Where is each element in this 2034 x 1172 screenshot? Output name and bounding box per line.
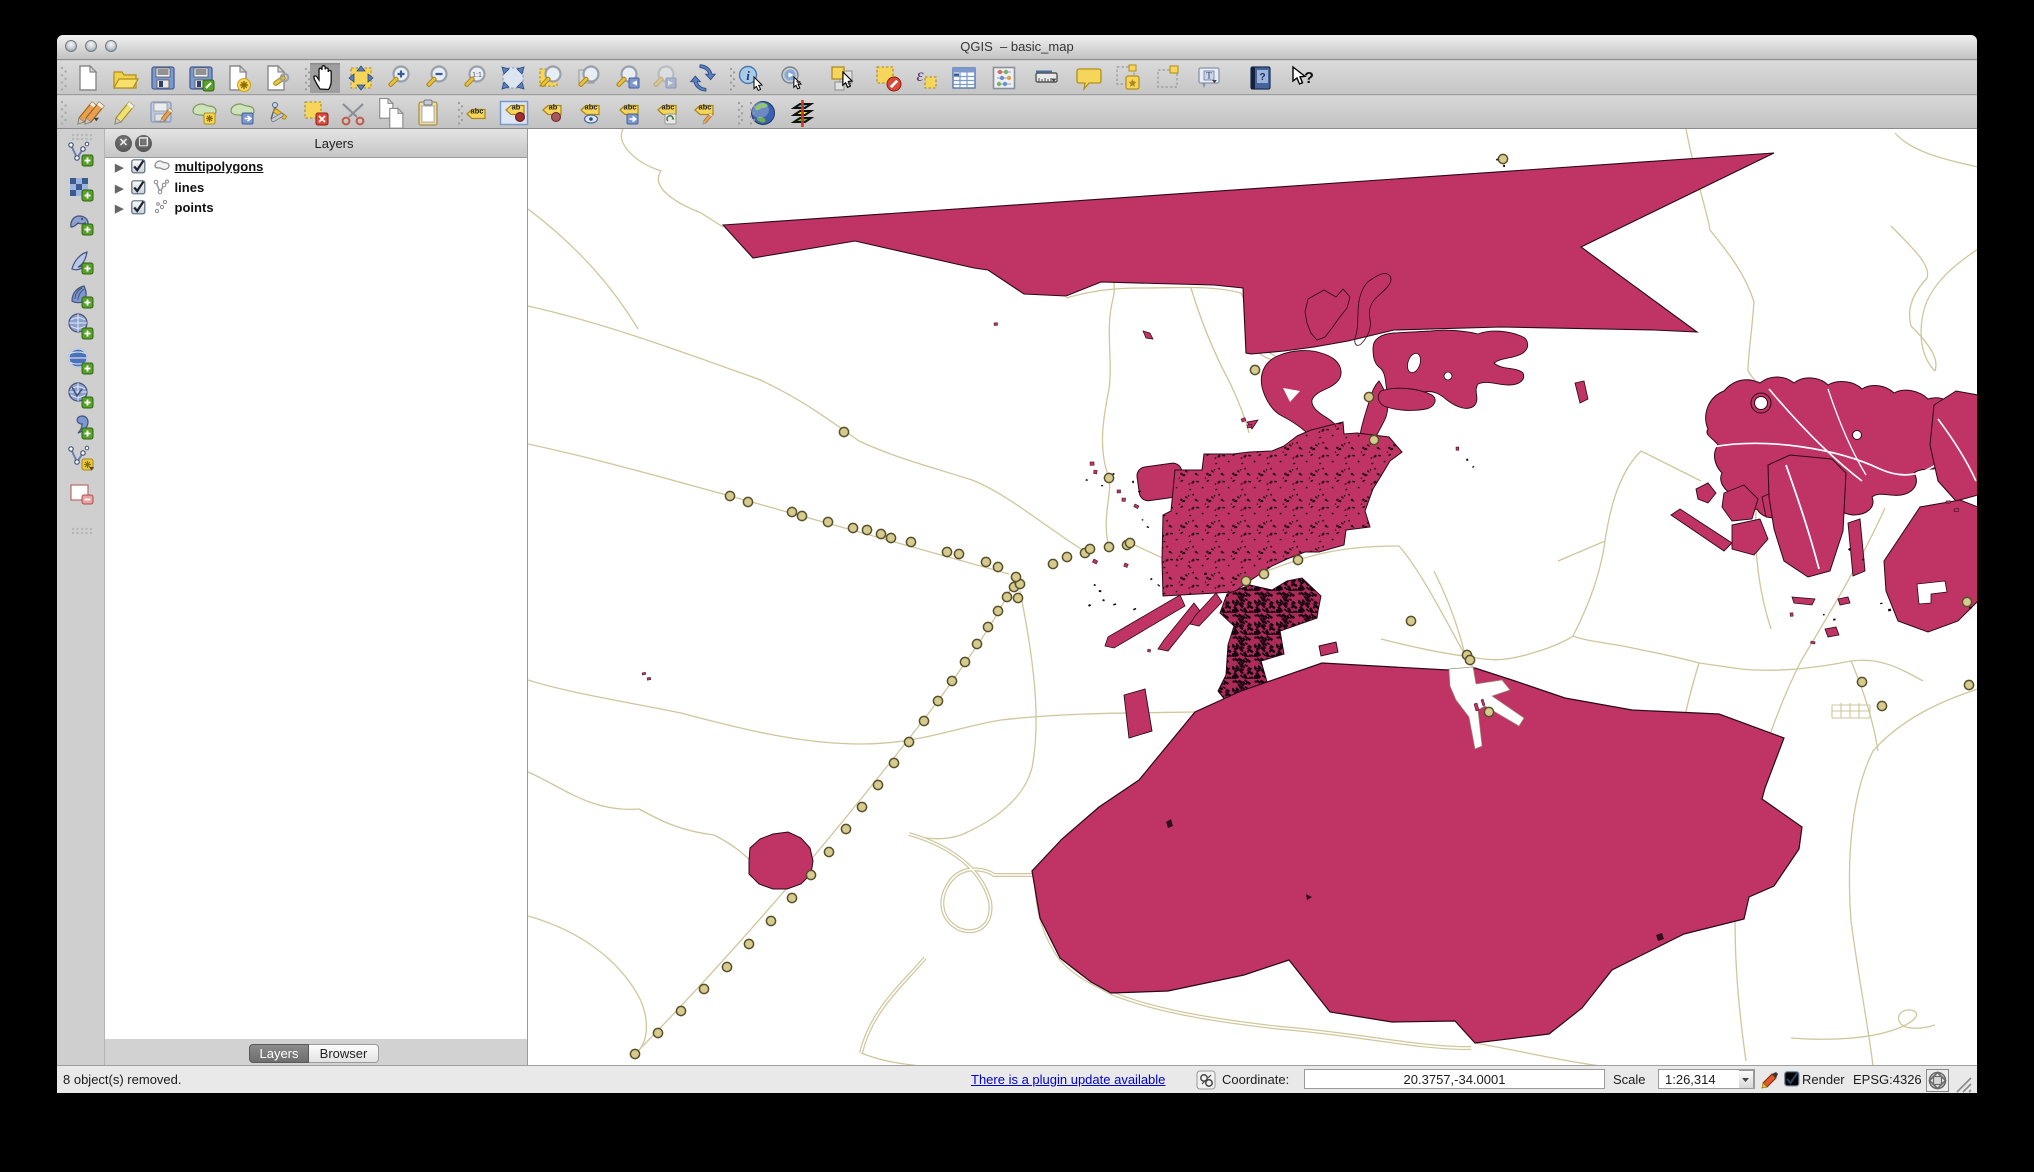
svg-text:abc: abc [699,103,712,112]
svg-text:abc: abc [471,107,484,116]
svg-text:ab: ab [512,103,521,112]
svg-text:abc: abc [662,103,675,112]
svg-text:abc: abc [585,103,598,112]
svg-text:i: i [746,68,750,83]
svg-text:T: T [1206,71,1212,81]
svg-text:?: ? [1259,72,1265,83]
svg-text:ab: ab [549,103,558,112]
svg-text:1:1: 1:1 [472,72,482,79]
svg-text:?: ? [1304,70,1314,87]
svg-text:abc: abc [624,103,637,112]
svg-text:ε: ε [916,65,924,85]
